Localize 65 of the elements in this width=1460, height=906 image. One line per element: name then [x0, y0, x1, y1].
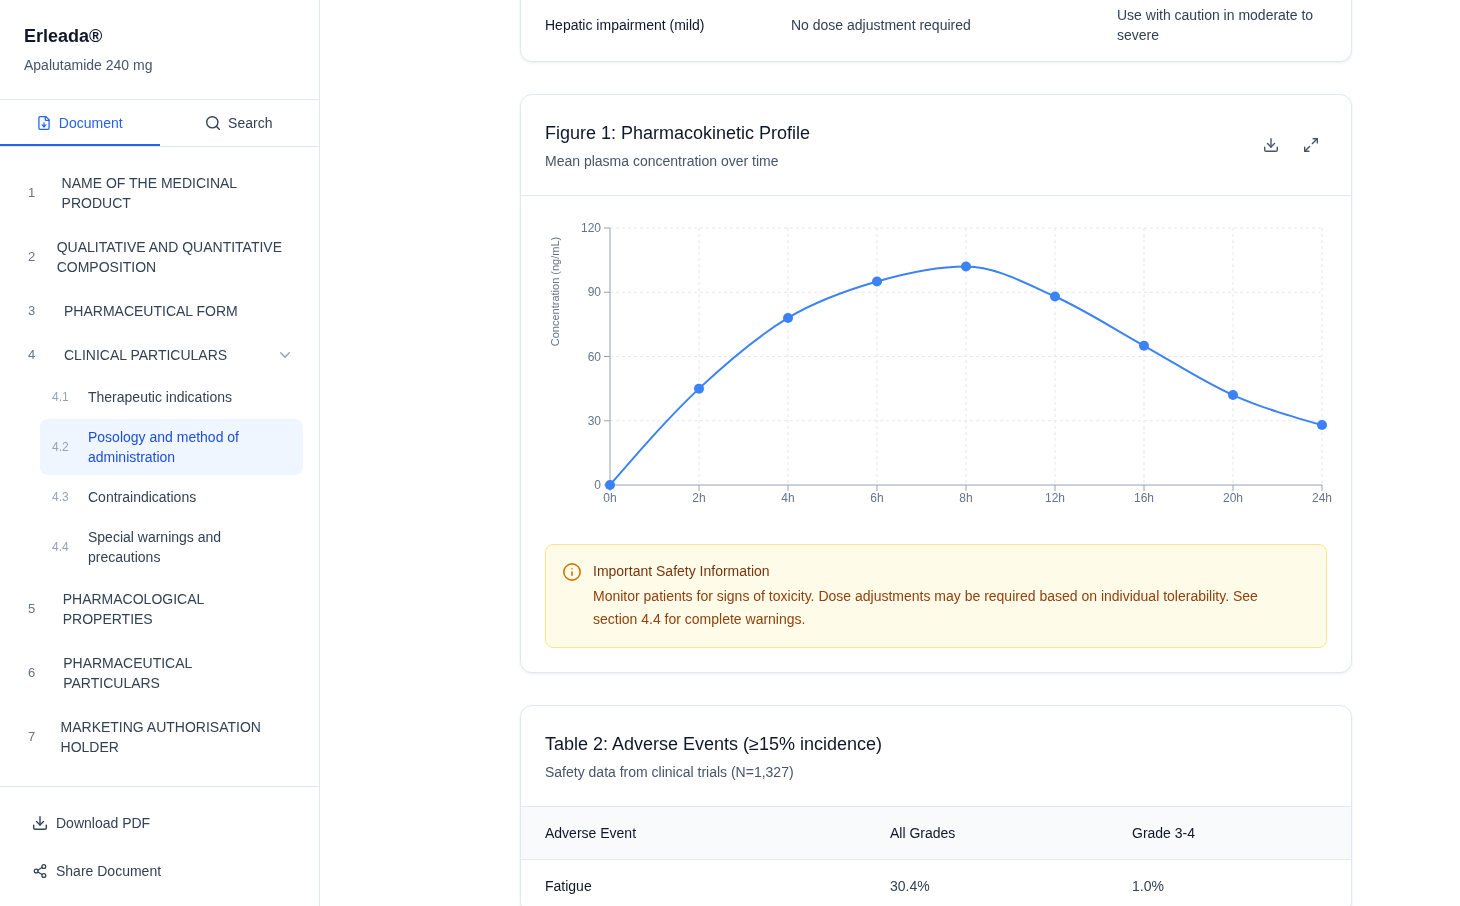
nav-item[interactable]: 4.2 Posology and method of administration	[40, 419, 303, 475]
column-header: Adverse Event	[545, 824, 638, 843]
axis-title: Concentration (ng/mL)	[549, 236, 561, 347]
axis-tick-label: 4h	[781, 491, 795, 505]
nav-item[interactable]: 4.1 Therapeutic indications	[40, 379, 303, 415]
axis-tick-label: 20h	[1223, 491, 1243, 505]
axis-tick-label: 6h	[870, 491, 884, 505]
download-pdf-button[interactable]: Download PDF	[16, 803, 303, 843]
share-button[interactable]: Share Document	[16, 851, 303, 891]
share-icon	[33, 864, 47, 878]
nav-item[interactable]: 4.4 Special warnings and precautions	[40, 519, 303, 575]
nav-item[interactable]: 4.3 Contraindications	[40, 479, 303, 515]
expand-icon	[1304, 138, 1318, 152]
section-number: 4.2	[52, 439, 70, 456]
nav-item[interactable]: 1 NAME OF THE MEDICINAL PRODUCT	[16, 161, 303, 225]
column-header: Grade 3-4	[1132, 824, 1197, 843]
table-title: Table 2: Adverse Events (≥15% incidence)	[545, 733, 883, 756]
axis-tick-label: 16h	[1134, 491, 1154, 505]
axis-tick-label: 8h	[959, 491, 973, 505]
section-number: 6	[28, 664, 37, 682]
info-icon	[563, 563, 581, 581]
section-number: 5	[28, 600, 37, 618]
table-cell-text: Fatigue	[545, 877, 593, 896]
figure-title: Figure 1: Pharmacokinetic Profile	[545, 122, 811, 145]
search-icon	[206, 116, 221, 130]
product-subtitle: Apalutamide 240 mg	[24, 56, 154, 75]
section-number: 1	[28, 184, 37, 202]
product-name: Erleada®	[24, 25, 104, 48]
axis-tick-label: 12h	[1045, 491, 1065, 505]
download-icon	[1264, 138, 1278, 152]
section-number: 4.4	[52, 539, 70, 556]
axis-tick-label: 0	[594, 478, 601, 492]
axis-tick-label: 24h	[1312, 491, 1332, 505]
axis-tick-label: 2h	[692, 491, 706, 505]
figure-subtitle: Mean plasma concentration over time	[545, 152, 780, 171]
nav-item[interactable]: 4 CLINICAL PARTICULARS	[16, 333, 303, 377]
section-number: 4.3	[52, 489, 70, 506]
tab[interactable]: Search	[159, 100, 319, 146]
download-icon	[33, 816, 47, 830]
section-number: 4	[28, 346, 37, 364]
file-download-icon	[36, 116, 51, 130]
nav-item[interactable]: 2 QUALITATIVE AND QUANTITATIVE COMPOSITION	[16, 225, 303, 289]
axis-tick-label: 120	[580, 221, 601, 235]
alert-title: Important Safety Information	[593, 562, 771, 581]
alert-text: Monitor patients for signs of toxicity. Dose adjustments may be required based on individual tolerability. See section 4.4 for complete warnings.	[593, 587, 1259, 629]
section-number: 7	[28, 728, 37, 746]
nav-item[interactable]: 7 MARKETING AUTHORISATION HOLDER	[16, 705, 303, 769]
tab[interactable]: Document	[0, 100, 160, 146]
nav-item[interactable]: 3 PHARMACEUTICAL FORM	[16, 289, 303, 333]
column-header: All Grades	[890, 824, 957, 843]
table-cell-text: No dose adjustment required	[791, 16, 972, 35]
section-number: 2	[28, 248, 37, 266]
axis-tick-label: 30	[587, 413, 601, 428]
table-subtitle: Safety data from clinical trials (N=1,327)	[545, 763, 795, 782]
table-cell-text: Use with caution in moderate to severe	[1117, 6, 1315, 45]
section-number: 3	[28, 302, 37, 320]
table-cell-text: 30.4%	[890, 877, 931, 896]
section-number: 4.1	[52, 389, 70, 406]
axis-tick-label: 60	[587, 349, 601, 364]
nav-item[interactable]: 5 PHARMACOLOGICAL PROPERTIES	[16, 577, 303, 641]
axis-tick-label: 90	[587, 285, 601, 300]
nav-item[interactable]: 6 PHARMACEUTICAL PARTICULARS	[16, 641, 303, 705]
table-cell-text: 1.0%	[1132, 877, 1165, 896]
table-cell-text: Hepatic impairment (mild)	[545, 16, 706, 35]
axis-tick-label: 0h	[603, 491, 617, 505]
